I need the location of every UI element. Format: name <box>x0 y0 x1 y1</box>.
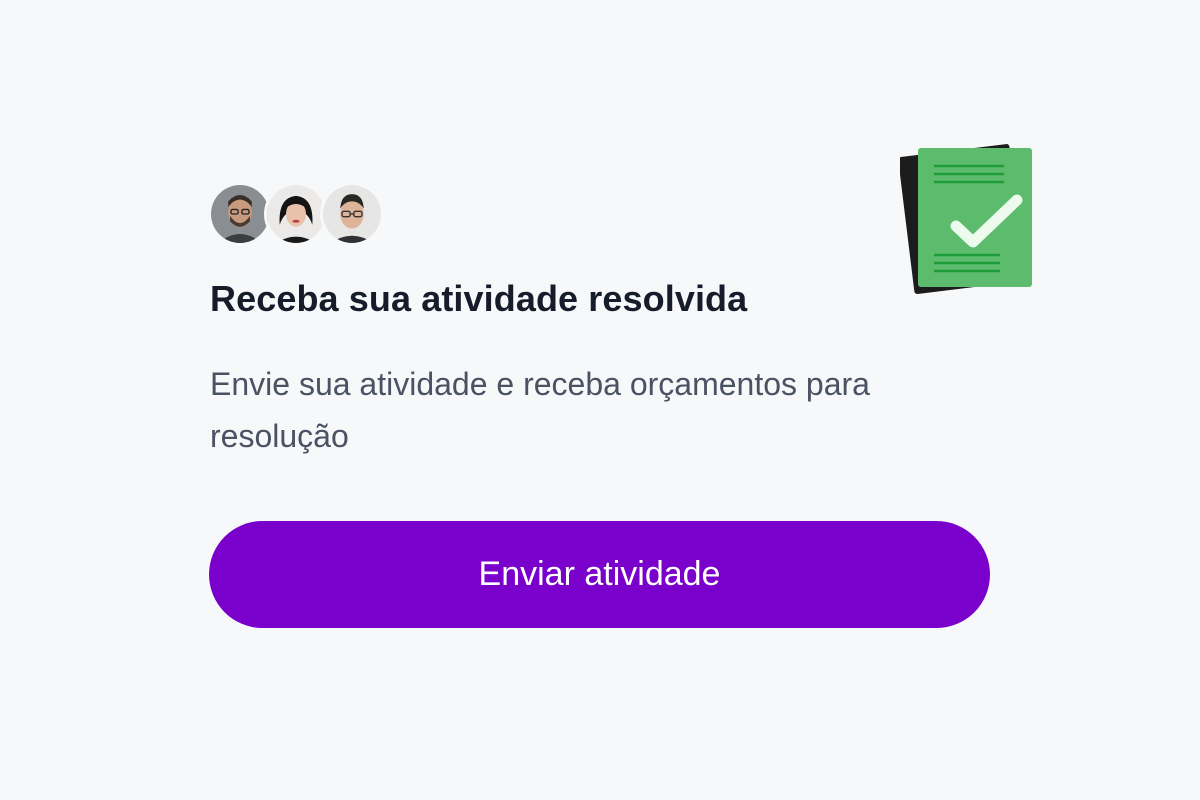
avatar <box>320 182 384 246</box>
person-icon <box>323 185 381 243</box>
document-check-icon <box>900 138 1040 298</box>
avatar <box>208 182 272 246</box>
send-activity-button[interactable]: Enviar atividade <box>209 521 990 628</box>
card-subtitle: Envie sua atividade e receba orçamentos … <box>210 366 870 454</box>
card-title: Receba sua atividade resolvida <box>210 278 748 319</box>
person-icon <box>211 185 269 243</box>
avatar <box>264 182 328 246</box>
avatar-group <box>208 182 388 246</box>
person-icon <box>267 185 325 243</box>
